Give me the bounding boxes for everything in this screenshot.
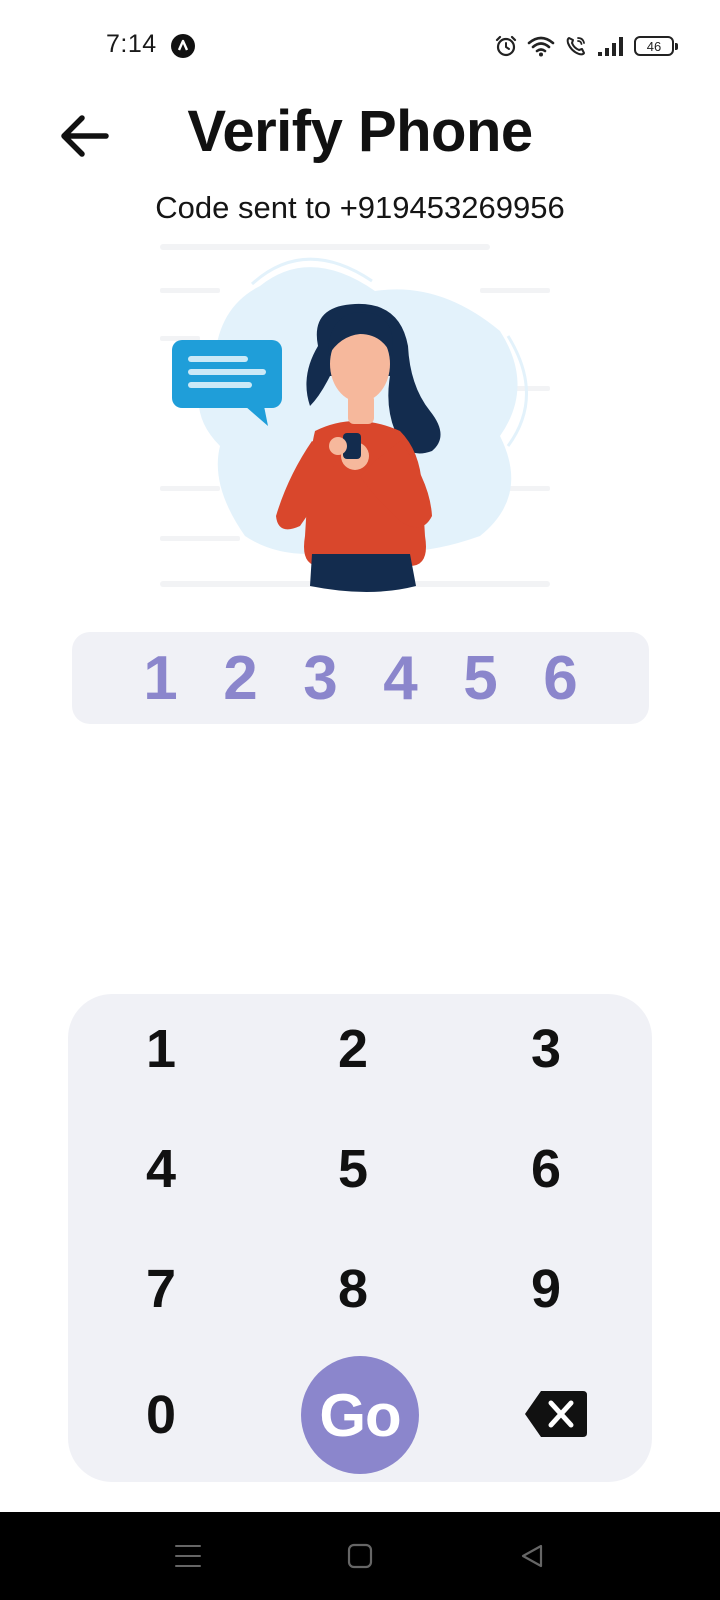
backspace-button[interactable] [516,1362,596,1466]
code-sent-message: Code sent to +919453269956 [155,190,565,225]
menu-button[interactable] [166,1534,210,1578]
otp-digit-4: 4 [383,643,418,713]
go-button[interactable]: Go [301,1356,419,1474]
numeric-keypad: 1 2 3 4 5 6 7 8 9 0 Go [68,994,652,1482]
battery-level: 46 [646,38,662,54]
otp-digit-5: 5 [463,643,498,713]
battery-icon: 46 [634,36,678,56]
otp-digit-6: 6 [543,643,578,713]
home-button[interactable] [338,1534,382,1578]
page-title: Verify Phone [187,99,533,164]
key-9[interactable]: 9 [486,1234,606,1344]
signal-icon [598,37,623,56]
key-2[interactable]: 2 [293,994,413,1104]
status-time: 7:14 [106,30,157,58]
system-nav-bar [0,1512,720,1600]
otp-digit-1: 1 [143,643,178,713]
home-icon [347,1543,373,1569]
wifi-calling-icon [566,37,585,56]
otp-digit-2: 2 [223,643,258,713]
system-back-button[interactable] [510,1534,554,1578]
key-7[interactable]: 7 [101,1234,221,1344]
key-6[interactable]: 6 [486,1114,606,1224]
menu-icon [175,1545,201,1567]
status-bar: 7:14 46 [0,0,720,92]
key-8[interactable]: 8 [293,1234,413,1344]
alarm-icon [495,35,517,57]
backspace-icon [525,1391,587,1437]
back-triangle-icon [521,1544,543,1568]
status-icons: 46 [494,32,678,60]
key-1[interactable]: 1 [101,994,221,1104]
key-0[interactable]: 0 [101,1360,221,1470]
key-4[interactable]: 4 [101,1114,221,1224]
otp-digit-3: 3 [303,643,338,713]
wifi-icon [527,36,555,57]
app-notification-icon [171,34,195,58]
key-5[interactable]: 5 [293,1114,413,1224]
key-3[interactable]: 3 [486,994,606,1104]
otp-code-field[interactable]: 1 2 3 4 5 6 [72,632,649,724]
verification-illustration [160,236,560,606]
